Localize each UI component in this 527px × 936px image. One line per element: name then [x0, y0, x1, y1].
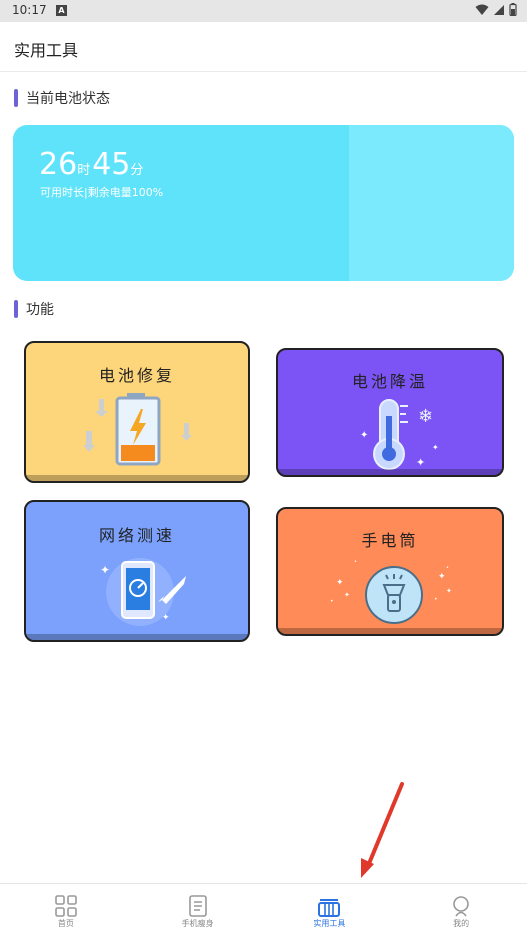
toolbox-icon — [318, 899, 341, 917]
bottom-navigation: 首页 手机瘦身 实用工具 我的 — [0, 883, 527, 936]
nav-home[interactable]: 首页 — [0, 884, 132, 936]
document-icon — [188, 895, 207, 917]
grid-icon — [55, 895, 77, 917]
nav-mine-label: 我的 — [453, 919, 470, 928]
nav-phone-slim-label: 手机瘦身 — [181, 919, 214, 928]
nav-tools[interactable]: 实用工具 — [264, 884, 396, 936]
nav-phone-slim[interactable]: 手机瘦身 — [132, 884, 264, 936]
nav-tools-label: 实用工具 — [313, 919, 346, 928]
annotation-arrow — [361, 782, 404, 878]
nav-home-label: 首页 — [57, 919, 74, 928]
person-icon — [453, 896, 469, 917]
nav-mine[interactable]: 我的 — [395, 884, 527, 936]
